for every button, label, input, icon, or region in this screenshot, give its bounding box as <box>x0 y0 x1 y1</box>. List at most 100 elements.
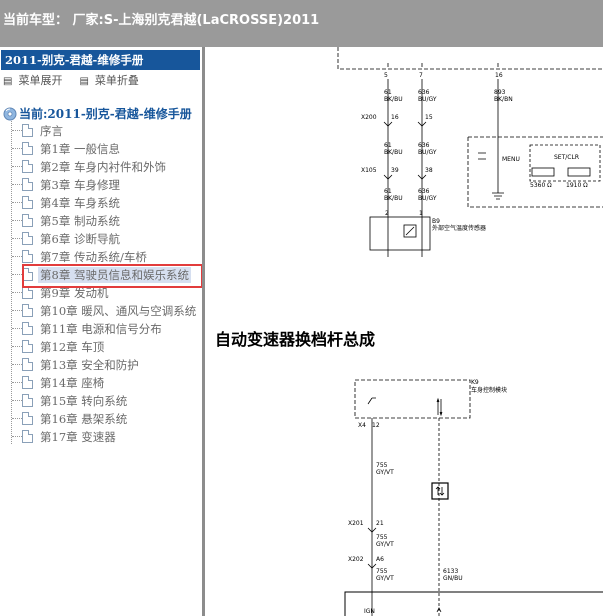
diagram-pane[interactable]: 5 7 16 61 BK/BU 636 BU/GY 893 BK/BN X200… <box>208 47 603 616</box>
tree-connector <box>12 130 22 131</box>
tree-connector <box>12 328 22 329</box>
tree-item-label: 第13章 安全和防护 <box>40 358 139 372</box>
wire-color: BK/BU <box>384 96 403 103</box>
ground-symbol <box>492 192 504 200</box>
tree-item-label: 第12章 车顶 <box>40 340 105 354</box>
tree-item[interactable]: 第13章 安全和防护 <box>0 355 200 373</box>
pin-label: 16 <box>495 72 503 79</box>
component-name: 车身控制模块 <box>471 386 507 394</box>
wire-id: 755 <box>376 462 388 469</box>
document-icon <box>22 376 33 389</box>
wire-color: BK/BU <box>384 149 403 156</box>
list-icon: ▤ <box>79 76 89 87</box>
connector-name: X202 <box>348 556 364 563</box>
tree-item-label: 第10章 暖风、通风与空调系统 <box>40 304 197 318</box>
current-vehicle-title: 当前车型： 厂家:S-上海别克君越(LaCROSSE)2011 <box>3 13 320 28</box>
wire-color: GY/VT <box>376 541 394 548</box>
wire-id: 61 <box>384 188 392 195</box>
thermistor-symbol <box>405 226 415 236</box>
tree-connector <box>12 274 22 275</box>
wire-color: BU/GY <box>418 96 437 103</box>
tree-connector <box>12 238 22 239</box>
tree-connector <box>12 166 22 167</box>
switch-label: MENU <box>502 156 520 163</box>
tree-item[interactable]: 第4章 车身系统 <box>0 193 200 211</box>
switch-contact <box>478 152 486 160</box>
tree-connector <box>12 292 22 293</box>
sidebar[interactable]: 2011-别克-君越-维修手册 ▤ 菜单展开 ▤ 菜单折叠 当前:2011-别克-君… <box>0 47 205 616</box>
tree-item-label: 第5章 制动系统 <box>40 214 120 228</box>
tree-item[interactable]: 第14章 座椅 <box>0 373 200 391</box>
document-icon <box>22 394 33 407</box>
connector-name: X200 <box>361 114 377 121</box>
tree-item[interactable]: 序言 <box>0 121 200 139</box>
tree-item-label: 序言 <box>40 124 63 138</box>
wire-id: 636 <box>418 89 430 96</box>
pin-label: 5 <box>384 72 388 79</box>
document-icon <box>22 214 33 227</box>
tree-item-label: 第16章 悬架系统 <box>40 412 128 426</box>
document-icon <box>22 430 33 443</box>
document-icon <box>22 178 33 191</box>
tree-item[interactable]: 第11章 电源和信号分布 <box>0 319 200 337</box>
wire-color: GY/VT <box>376 575 394 582</box>
tree-item[interactable]: 第5章 制动系统 <box>0 211 200 229</box>
tree-item[interactable]: 第17章 变速器 <box>0 427 200 445</box>
pin-label: 39 <box>391 167 399 174</box>
tree-root-label: 当前:2011-别克-君越-维修手册 <box>19 107 192 121</box>
section-heading: 自动变速器换档杆总成 <box>215 330 376 349</box>
pin-label: 12 <box>372 422 380 429</box>
tree-item-label: 第6章 诊断导航 <box>40 232 120 246</box>
tree-item-label: 第1章 一般信息 <box>40 142 120 156</box>
wire-id: 636 <box>418 142 430 149</box>
pin-label: 2 <box>385 210 389 217</box>
resistor <box>567 167 591 177</box>
pin-label: 38 <box>425 167 433 174</box>
tree-item[interactable]: 第1章 一般信息 <box>0 139 200 157</box>
wire-color: BU/GY <box>418 195 437 202</box>
title-bar: 当前车型： 厂家:S-上海别克君越(LaCROSSE)2011 <box>0 0 603 47</box>
pin-label: 1 <box>419 210 423 217</box>
tree-item[interactable]: 第2章 车身内衬件和外饰 <box>0 157 200 175</box>
tree-connector <box>12 346 22 347</box>
tree-connector <box>12 148 22 149</box>
document-icon <box>22 124 33 137</box>
wire-color: BK/BN <box>494 96 513 103</box>
tree-item-label: 第11章 电源和信号分布 <box>40 322 162 336</box>
document-icon <box>22 196 33 209</box>
tree-item[interactable]: 第16章 悬架系统 <box>0 409 200 427</box>
document-icon <box>22 340 33 353</box>
wire-color: BU/GY <box>418 149 437 156</box>
tree-item[interactable]: 第6章 诊断导航 <box>0 229 200 247</box>
tree-item[interactable]: 第10章 暖风、通风与空调系统 <box>0 301 200 319</box>
tree-connector <box>12 418 22 419</box>
document-icon <box>22 358 33 371</box>
tree-item[interactable]: 第7章 传动系统/车桥 <box>0 247 200 265</box>
serial-data-symbol <box>435 486 445 496</box>
tree-item-label: 第3章 车身修理 <box>40 178 120 192</box>
tree-root[interactable]: 当前:2011-别克-君越-维修手册 <box>3 105 192 121</box>
component-code: B9 <box>432 218 440 225</box>
pin-label: 21 <box>376 520 384 527</box>
power-label: IGN <box>364 608 375 615</box>
upper-module-outline <box>337 47 603 70</box>
tree-item-label: 第4章 车身系统 <box>40 196 120 210</box>
resistor <box>531 167 555 177</box>
bidirectional-symbol <box>436 397 443 417</box>
tree-item[interactable]: 第3章 车身修理 <box>0 175 200 193</box>
wire-color: GN/BU <box>443 575 463 582</box>
cd-icon <box>3 107 17 121</box>
wire-id: 636 <box>418 188 430 195</box>
pin-label: 7 <box>419 72 423 79</box>
collapse-menu-button[interactable]: ▤ 菜单折叠 <box>79 74 138 87</box>
tree-item-label: 第15章 转向系统 <box>40 394 128 408</box>
switch-label: SET/CLR <box>554 154 579 161</box>
tree-connector <box>12 364 22 365</box>
tree-item[interactable]: 第12章 车顶 <box>0 337 200 355</box>
pin-label: A6 <box>376 556 384 563</box>
tree-connector <box>12 436 22 437</box>
expand-menu-button[interactable]: ▤ 菜单展开 <box>3 74 62 87</box>
tree-connector <box>12 400 22 401</box>
tree-item[interactable]: 第15章 转向系统 <box>0 391 200 409</box>
component-code: K9 <box>471 379 479 386</box>
